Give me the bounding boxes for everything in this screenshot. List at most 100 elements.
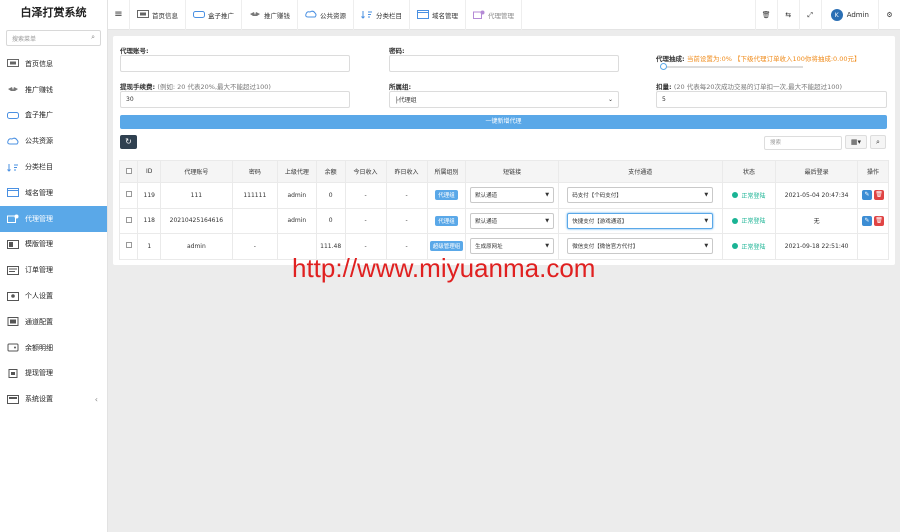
sidebar-item-5[interactable]: 域名管理	[0, 180, 107, 206]
account-field[interactable]	[120, 55, 350, 72]
column-header[interactable]: 上级代理	[276, 160, 317, 183]
cell-today: -	[364, 191, 367, 199]
tab-3[interactable]: 公共资源	[298, 0, 354, 30]
add-agent-button[interactable]: 一键新增代理	[120, 115, 887, 129]
sidebar-item-label: 订单管理	[25, 266, 53, 275]
fee-field[interactable]: 30	[120, 91, 350, 108]
sidebar-item-12[interactable]: 提现管理	[0, 361, 107, 387]
tab-5[interactable]: 域名管理	[410, 0, 466, 30]
column-header[interactable]: 代理账号	[160, 160, 233, 183]
payment-select[interactable]: 快捷支付【游戏通道】 ▼	[567, 212, 714, 229]
menu-search-placeholder: 搜索菜单	[12, 36, 37, 43]
user-menu[interactable]: K Admin	[820, 0, 878, 30]
delete-icon[interactable]: 🗑	[874, 190, 885, 201]
columns-toggle-icon[interactable]: ▦▾	[845, 135, 867, 149]
search-icon[interactable]: ⌕	[870, 135, 886, 149]
group-badge: 代理组	[435, 215, 458, 226]
row-checkbox[interactable]	[125, 216, 132, 223]
slider-handle[interactable]	[660, 63, 667, 70]
edit-icon[interactable]: ✎	[862, 215, 873, 226]
commission-hint: 当前设置为:0% 【下级代理订单收入100你将抽成:0.00元】	[686, 55, 861, 63]
tab-6[interactable]: 代理管理	[466, 0, 522, 30]
table-cell: 0	[315, 207, 346, 234]
template-icon	[6, 239, 19, 249]
order-icon	[6, 265, 19, 275]
cell-balance: 111.48	[320, 242, 342, 250]
sidebar-item-2[interactable]: 盒子推广	[0, 103, 107, 129]
column-header[interactable]: 短链接	[465, 160, 559, 183]
sidebar-item-10[interactable]: 通道配置	[0, 309, 107, 335]
sidebar-item-4[interactable]: 分类栏目	[0, 154, 107, 180]
sidebar-item-label: 通道配置	[25, 317, 53, 326]
channel-icon	[6, 317, 19, 327]
column-header[interactable]: ID	[137, 160, 161, 183]
chevron-down-icon: ⌄	[607, 96, 613, 103]
shortlink-select[interactable]: 默认通道 ▼	[470, 212, 555, 229]
column-header[interactable]: 支付通道	[557, 160, 723, 183]
tab-2[interactable]: 推广赚钱	[242, 0, 298, 30]
tab-label: 首页信息	[152, 11, 178, 20]
group-select[interactable]: ├代理组 ⌄	[389, 91, 619, 108]
status-text: 正常登陆	[741, 218, 766, 225]
tab-1[interactable]: 盒子推广	[186, 0, 242, 30]
tab-4[interactable]: 分类栏目	[354, 0, 410, 30]
sidebar-item-1[interactable]: 推广赚钱	[0, 77, 107, 103]
tab-0[interactable]: 首页信息	[130, 0, 186, 30]
table-header-row: ID 代理账号 密码 上级代理 余额 今日收入 昨日收入 所属组别 短链接 支付通道 状态 最后登录操…	[118, 160, 889, 183]
menu-search-input[interactable]: 搜索菜单 ⌕	[6, 30, 101, 46]
payment-select[interactable]: 码支付【个码支付】 ▼	[567, 187, 714, 204]
edit-icon[interactable]: ✎	[862, 190, 873, 201]
sidebar-item-0[interactable]: 首页信息	[0, 51, 107, 77]
sidebar-item-label: 模版管理	[25, 240, 53, 249]
sidebar-item-8[interactable]: 订单管理	[0, 257, 107, 283]
menu-toggle-icon[interactable]: ≡	[108, 0, 130, 30]
shortlink-select[interactable]: 生成原网址 ▼	[470, 238, 555, 255]
cell-account: 111	[190, 191, 203, 199]
cell-account: 20210425164616	[169, 217, 224, 225]
caret-down-icon: ▼	[545, 192, 550, 199]
commission-slider[interactable]	[660, 63, 803, 70]
gear-icon[interactable]: ⚙	[878, 0, 900, 30]
agent-icon	[473, 10, 485, 19]
translate-icon[interactable]: ⇆	[776, 0, 799, 30]
row-checkbox[interactable]	[125, 242, 132, 249]
table-search-input[interactable]: 搜索	[764, 136, 842, 150]
commission-label: 代理抽成: 当前设置为:0% 【下级代理订单收入100你将抽成:0.00元】	[656, 53, 861, 63]
delete-icon[interactable]: 🗑	[874, 215, 885, 226]
browser-icon	[417, 10, 429, 19]
table-cell: -	[385, 207, 428, 234]
sidebar-item-13[interactable]: 系统设置 ‹	[0, 386, 107, 412]
cell-last-login: 2021-05-04 20:47:34	[784, 191, 849, 199]
sidebar-item-label: 提现管理	[25, 369, 53, 378]
column-header[interactable]: 昨日收入	[385, 160, 428, 183]
row-checkbox[interactable]	[125, 191, 132, 198]
fullscreen-icon[interactable]: ⤢	[798, 0, 821, 30]
trash-icon[interactable]: 🗑	[754, 0, 777, 30]
sidebar-item-6[interactable]: 代理管理	[0, 205, 107, 232]
sidebar-item-9[interactable]: 个人设置	[0, 283, 107, 309]
column-header[interactable]: 所属组别	[426, 160, 467, 183]
column-header[interactable]: 操作	[857, 160, 889, 183]
status-dot	[732, 192, 739, 198]
deduct-field[interactable]: 5	[656, 91, 887, 108]
refresh-icon[interactable]: ↻	[120, 135, 137, 149]
payment-select[interactable]: 微信支付【微信官方代付】 ▼	[567, 238, 714, 255]
sidebar-item-11[interactable]: 余额明细	[0, 335, 107, 361]
column-header[interactable]: 最后登录	[775, 160, 859, 183]
status-text: 正常登陆	[741, 243, 766, 251]
column-header[interactable]: 密码	[231, 160, 278, 183]
select-all-checkbox[interactable]	[125, 167, 132, 174]
table-cell: 正常登陆	[721, 182, 777, 209]
cell-id: 118	[143, 217, 155, 225]
column-header[interactable]: 余额	[315, 160, 346, 183]
avatar: K	[830, 9, 843, 21]
cell-yesterday: -	[405, 217, 408, 225]
column-header[interactable]: 今日收入	[344, 160, 387, 183]
column-header[interactable]: 状态	[721, 160, 777, 183]
password-field[interactable]	[389, 55, 619, 72]
sidebar-item-3[interactable]: 公共资源	[0, 128, 107, 154]
shortlink-select[interactable]: 默认通道 ▼	[470, 187, 555, 204]
shortlink-value: 生成原网址	[475, 244, 503, 251]
status-badge: 正常登陆	[732, 242, 765, 251]
sidebar-item-7[interactable]: 模版管理	[0, 232, 107, 258]
